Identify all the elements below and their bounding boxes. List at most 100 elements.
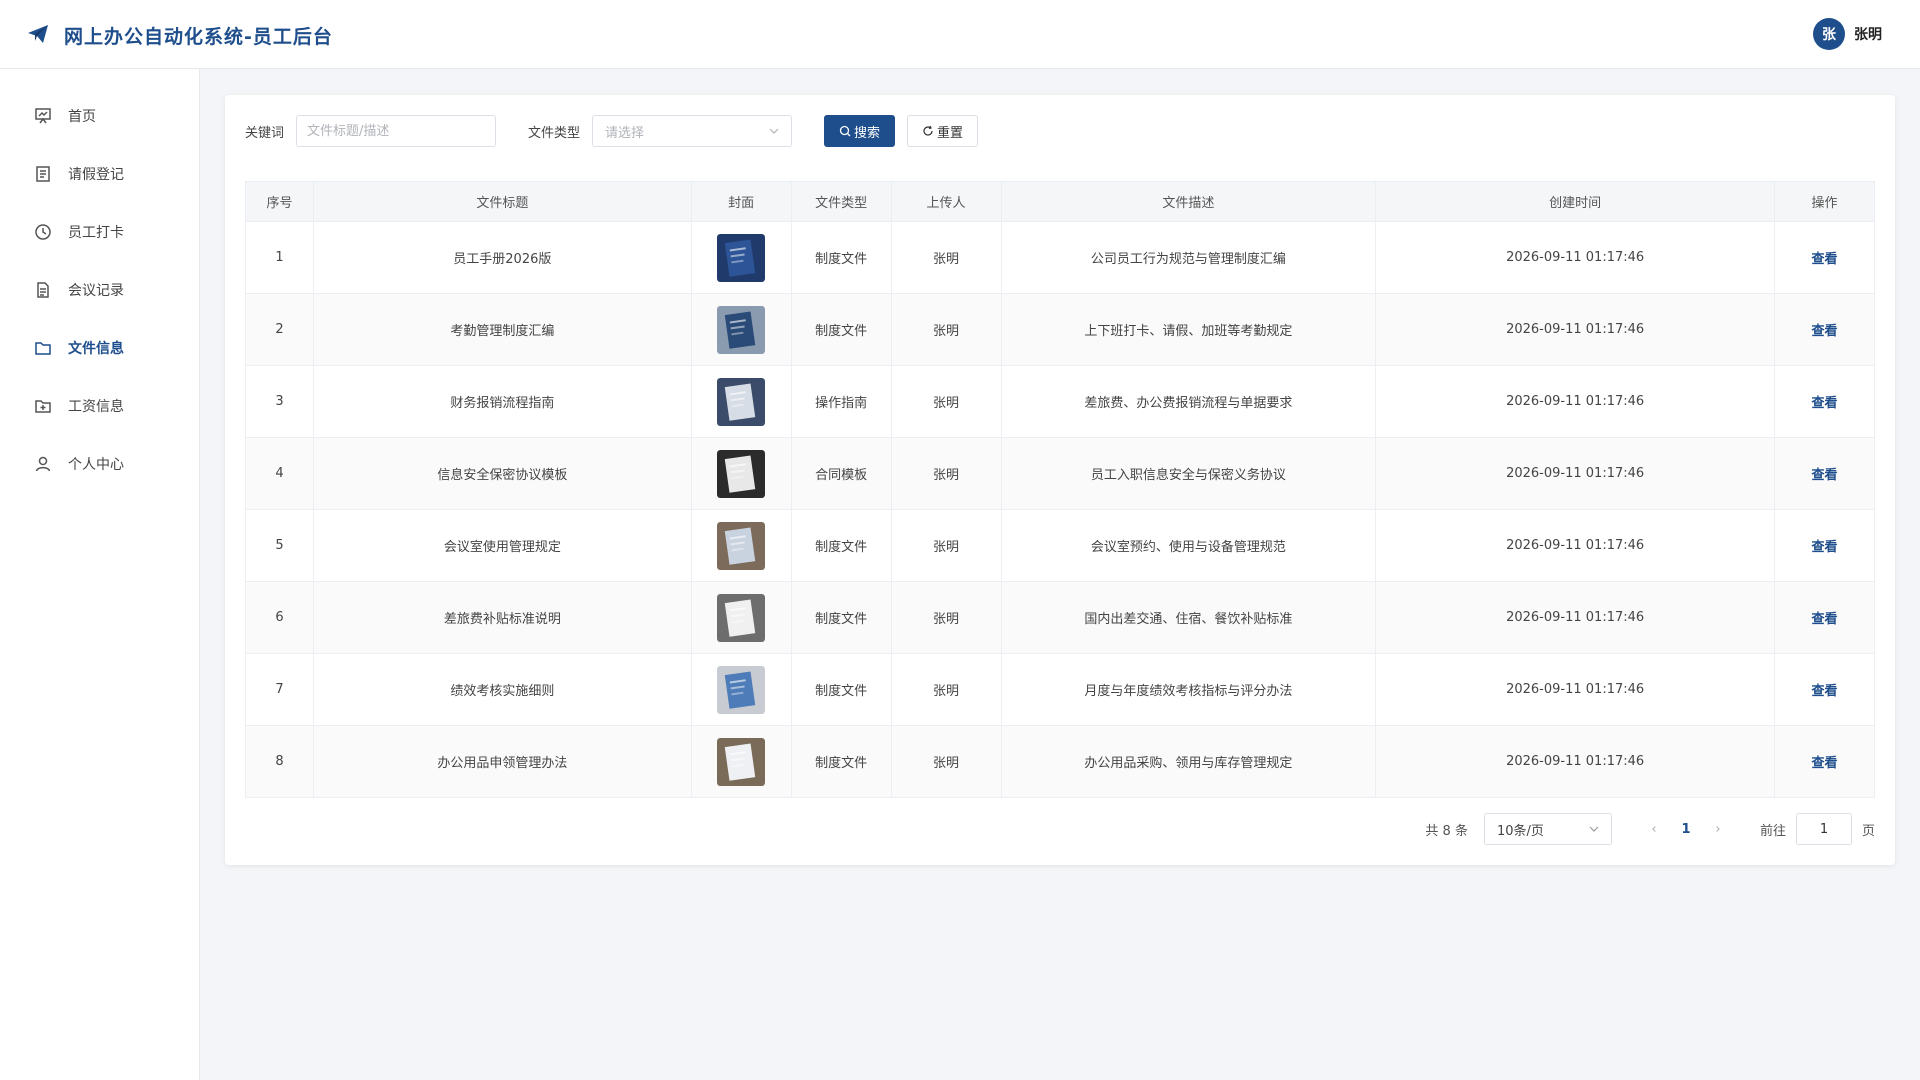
type-select-placeholder: 请选择 (605, 125, 645, 141)
total-count: 共 8 条 (1425, 823, 1468, 839)
folder-add-icon (35, 400, 51, 413)
view-link[interactable]: 查看 (1812, 540, 1838, 555)
cell-title: 会议室使用管理规定 (312, 509, 692, 582)
cell-title: 绩效考核实施细则 (312, 653, 692, 726)
cell-title: 信息安全保密协议模板 (312, 437, 692, 510)
cell-description: 上下班打卡、请假、加班等考勤规定 (1000, 293, 1377, 366)
cell-description: 办公用品采购、领用与库存管理规定 (1000, 725, 1377, 798)
cell-description: 员工入职信息安全与保密义务协议 (1000, 437, 1377, 510)
cover-thumbnail[interactable] (717, 305, 766, 354)
reset-button-label: 重置 (937, 125, 964, 141)
dashboard-icon (35, 108, 51, 124)
cell-description: 国内出差交通、住宿、餐饮补贴标准 (1000, 581, 1377, 654)
prev-page-button[interactable]: ‹ (1640, 822, 1668, 837)
view-link[interactable]: 查看 (1812, 252, 1838, 267)
sidebar-item-home[interactable]: 首页 (0, 87, 199, 145)
type-select[interactable]: 请选择 (592, 115, 793, 147)
user-menu[interactable]: 张 张明 (1813, 18, 1882, 50)
cell-cover (690, 365, 792, 438)
cell-description: 会议室预约、使用与设备管理规范 (1000, 509, 1377, 582)
sidebar-item-salary[interactable]: 工资信息 (0, 377, 199, 435)
view-link[interactable]: 查看 (1812, 612, 1838, 627)
table-row: 7 绩效考核实施细则 制度文件 张明 月度与年度绩效考核指标与评分办法 2026… (245, 653, 1875, 726)
cell-created-time: 2026-09-11 01:17:46 (1375, 653, 1776, 726)
pagination: 共 8 条 10条/页 ‹ 1 › 前往 页 (1425, 813, 1875, 845)
cell-cover (690, 293, 792, 366)
file-list-card: 关键词 文件类型 请选择 搜索 重置 序号 文件标题 封面 文件类型 上传人 文… (225, 95, 1895, 865)
table-row: 6 差旅费补贴标准说明 制度文件 张明 国内出差交通、住宿、餐饮补贴标准 202… (245, 581, 1875, 654)
search-button-label: 搜索 (854, 125, 881, 141)
cell-type: 制度文件 (790, 509, 892, 582)
cell-index: 5 (245, 509, 314, 582)
cell-index: 8 (245, 725, 314, 798)
column-header: 封面 (690, 181, 792, 222)
clock-icon (35, 224, 51, 240)
cell-created-time: 2026-09-11 01:17:46 (1375, 437, 1776, 510)
cell-created-time: 2026-09-11 01:17:46 (1375, 293, 1776, 366)
column-header: 文件标题 (312, 181, 692, 222)
sidebar-item-files[interactable]: 文件信息 (0, 319, 199, 377)
cell-index: 1 (245, 221, 314, 294)
view-link[interactable]: 查看 (1812, 396, 1838, 411)
cell-created-time: 2026-09-11 01:17:46 (1375, 221, 1776, 294)
cell-description: 差旅费、办公费报销流程与单据要求 (1000, 365, 1377, 438)
cell-created-time: 2026-09-11 01:17:46 (1375, 581, 1776, 654)
cover-thumbnail[interactable] (717, 665, 766, 714)
cover-thumbnail[interactable] (717, 737, 766, 786)
cell-type: 制度文件 (790, 221, 892, 294)
table-row: 1 员工手册2026版 制度文件 张明 公司员工行为规范与管理制度汇编 2026… (245, 221, 1875, 294)
cell-title: 办公用品申领管理办法 (312, 725, 692, 798)
view-link[interactable]: 查看 (1812, 684, 1838, 699)
paper-plane-icon (28, 25, 48, 43)
sidebar-item-label: 会议记录 (68, 283, 124, 299)
sidebar-item-clock-in[interactable]: 员工打卡 (0, 203, 199, 261)
view-link[interactable]: 查看 (1812, 468, 1838, 483)
table-row: 8 办公用品申领管理办法 制度文件 张明 办公用品采购、领用与库存管理规定 20… (245, 725, 1875, 798)
cell-uploader: 张明 (890, 221, 1002, 294)
search-button[interactable]: 搜索 (824, 115, 896, 147)
cell-title: 财务报销流程指南 (312, 365, 692, 438)
folder-icon (35, 342, 51, 355)
file-table: 序号 文件标题 封面 文件类型 上传人 文件描述 创建时间 操作 1 员工手册2… (245, 181, 1875, 798)
sidebar-item-label: 工资信息 (68, 399, 124, 415)
refresh-icon (923, 125, 933, 136)
goto-label: 前往 (1759, 823, 1786, 839)
cover-thumbnail[interactable] (717, 449, 766, 498)
sidebar-item-label: 文件信息 (68, 341, 124, 357)
app-title: 网上办公自动化系统-员工后台 (64, 26, 333, 48)
reset-button[interactable]: 重置 (907, 115, 979, 147)
username[interactable]: 张明 (1854, 24, 1882, 44)
next-page-button[interactable]: › (1704, 822, 1732, 837)
cell-type: 制度文件 (790, 581, 892, 654)
keyword-input[interactable] (296, 115, 497, 147)
view-link[interactable]: 查看 (1812, 756, 1838, 771)
sidebar-item-meetings[interactable]: 会议记录 (0, 261, 199, 319)
avatar[interactable]: 张 (1813, 18, 1845, 50)
view-link[interactable]: 查看 (1812, 324, 1838, 339)
cell-type: 制度文件 (790, 725, 892, 798)
cell-action: 查看 (1774, 581, 1875, 654)
cell-description: 月度与年度绩效考核指标与评分办法 (1000, 653, 1377, 726)
table-row: 4 信息安全保密协议模板 合同模板 张明 员工入职信息安全与保密义务协议 202… (245, 437, 1875, 510)
cell-uploader: 张明 (890, 365, 1002, 438)
cover-thumbnail[interactable] (717, 521, 766, 570)
cover-thumbnail[interactable] (717, 233, 766, 282)
column-header: 文件描述 (1000, 181, 1377, 222)
cell-created-time: 2026-09-11 01:17:46 (1375, 725, 1776, 798)
cell-index: 6 (245, 581, 314, 654)
cell-action: 查看 (1774, 653, 1875, 726)
sidebar-item-leave[interactable]: 请假登记 (0, 145, 199, 203)
table-row: 3 财务报销流程指南 操作指南 张明 差旅费、办公费报销流程与单据要求 2026… (245, 365, 1875, 438)
top-header: 网上办公自动化系统-员工后台 张 张明 (0, 0, 1920, 69)
table-row: 5 会议室使用管理规定 制度文件 张明 会议室预约、使用与设备管理规范 2026… (245, 509, 1875, 582)
column-header: 创建时间 (1375, 181, 1776, 222)
type-label: 文件类型 (528, 125, 581, 141)
cover-thumbnail[interactable] (717, 377, 766, 426)
page-number-current[interactable]: 1 (1668, 822, 1704, 837)
cell-action: 查看 (1774, 509, 1875, 582)
cell-uploader: 张明 (890, 581, 1002, 654)
cover-thumbnail[interactable] (717, 593, 766, 642)
page-size-select[interactable]: 10条/页 (1483, 813, 1612, 845)
goto-page-input[interactable] (1795, 813, 1852, 845)
sidebar-item-profile[interactable]: 个人中心 (0, 435, 199, 493)
